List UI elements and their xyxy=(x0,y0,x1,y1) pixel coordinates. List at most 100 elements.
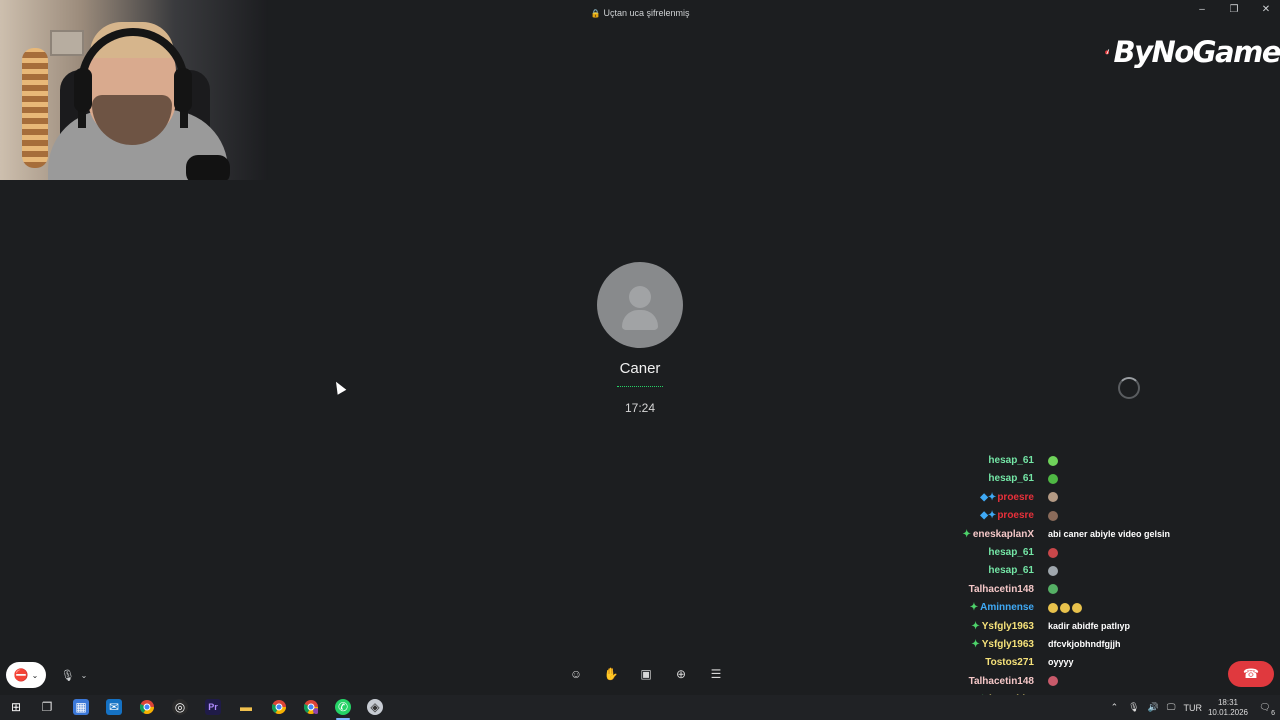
chat-username: hesap_61 xyxy=(988,565,1034,576)
network-icon[interactable]: 🖵 xyxy=(1167,702,1176,713)
store-icon[interactable]: ▦ xyxy=(73,699,89,715)
call-window: 🔒 Uçtan uca şifrelenmiş – ❐ ✕ ByNoGame C… xyxy=(0,0,1280,705)
chat-badge-icon: ✦ xyxy=(971,620,980,632)
raise-hand-icon[interactable]: ✋ xyxy=(603,667,619,681)
app-icon[interactable]: ◈ xyxy=(367,699,383,715)
chat-badge-icon: ✦ xyxy=(971,638,980,650)
chat-text: dfcvkjobhndfgjjh xyxy=(1048,638,1121,649)
emoji-icon[interactable]: ☺ xyxy=(568,667,584,681)
loading-spinner-icon xyxy=(1118,377,1140,399)
chat-username-text: hesap_61 xyxy=(988,565,1034,577)
headphones xyxy=(78,28,188,128)
add-participant-icon[interactable]: ⊕ xyxy=(673,667,689,681)
chat-username: ✦ Aminnense xyxy=(970,602,1034,613)
contact-avatar xyxy=(597,262,683,348)
close-button[interactable]: ✕ xyxy=(1258,4,1274,15)
file-explorer-icon[interactable]: ▬ xyxy=(238,699,254,715)
chat-username-text: hesap_61 xyxy=(988,473,1034,485)
window-controls: – ❐ ✕ xyxy=(1194,4,1274,15)
avatar-shoulders xyxy=(622,310,658,330)
chat-username: ✦ Ysfgly1963 xyxy=(971,621,1034,632)
notification-center-button[interactable]: 🗨 6 xyxy=(1258,702,1275,717)
chat-message-text xyxy=(1048,602,1084,613)
chat-badge-icon: ◆✦ xyxy=(980,491,997,503)
chat-username-text: hesap_61 xyxy=(988,455,1034,466)
chat-message: ◆✦proesre xyxy=(930,507,1270,525)
end-call-icon: ☎ xyxy=(1242,666,1260,681)
chat-username-text: hesap_61 xyxy=(988,546,1034,558)
chat-username-text: Ysfgly1963 xyxy=(981,620,1034,632)
lamp xyxy=(22,48,48,168)
chrome-alt-icon[interactable] xyxy=(271,699,287,715)
chat-badge-icon: ✦ xyxy=(969,602,979,614)
chat-message: hesap_61 xyxy=(930,452,1270,470)
camera-toggle-button[interactable]: ⛔ ⌄ xyxy=(6,662,46,688)
chat-message-text xyxy=(1048,547,1060,558)
clock-date: 10.01.2026 xyxy=(1207,707,1248,717)
chat-message-text xyxy=(1048,455,1060,466)
lock-icon: 🔒 xyxy=(590,9,601,18)
chrome-profile-icon[interactable] xyxy=(303,699,319,715)
chat-badge-icon: ◆✦ xyxy=(980,510,997,522)
chat-username-text: proesre xyxy=(997,491,1034,503)
language-indicator[interactable]: TUR xyxy=(1183,703,1202,713)
minimize-button[interactable]: – xyxy=(1194,4,1210,15)
chat-message: ✦ Ysfgly1963 dfcvkjobhndfgjjh xyxy=(930,636,1270,654)
chat-message: ✦ eneskaplanX abi caner abiyle video gelsi… xyxy=(930,526,1270,544)
clock[interactable]: 18:31 10.01.2026 xyxy=(1208,698,1248,718)
chat-message: ◆✦proesre xyxy=(930,489,1270,507)
system-tray: ⌃ 🎙 🔊 🖵 TUR 18:31 10.01.2026 🗨 6 xyxy=(1111,695,1280,720)
chat-message-text xyxy=(1048,584,1060,595)
chat-badge-icon: ✦ xyxy=(962,528,971,540)
restore-button[interactable]: ❐ xyxy=(1226,4,1242,15)
chat-username: ✦ Ysfgly1963 xyxy=(971,639,1034,650)
chat-username: ◆✦proesre xyxy=(980,492,1034,503)
obs-icon[interactable]: ◎ xyxy=(172,699,188,715)
microphone-icon: 🎙 xyxy=(60,669,75,682)
chat-message-text xyxy=(1048,492,1060,503)
chat-message: hesap_61 xyxy=(930,544,1270,562)
chrome-icon[interactable] xyxy=(139,699,155,715)
outlook-icon[interactable]: ✉ xyxy=(106,699,122,715)
chat-emote-icon xyxy=(1060,602,1070,613)
bynogame-logo-icon xyxy=(1105,49,1110,55)
chat-username: hesap_61 xyxy=(988,547,1034,558)
chat-message-text xyxy=(1048,565,1060,576)
chat-emote-icon xyxy=(1048,565,1058,576)
windows-start-icon[interactable]: ⊞ xyxy=(8,699,24,715)
chat-username-text: Ysfgly1963 xyxy=(981,638,1034,650)
chat-username: Talhacetin148 xyxy=(969,584,1034,595)
headphone-left-cup xyxy=(74,68,92,112)
chat-message-text: kadir abidfe patlıyp xyxy=(1048,621,1130,631)
microphone-tray-icon[interactable]: 🎙 xyxy=(1128,702,1139,713)
bynogame-logo: ByNoGame xyxy=(1105,30,1280,74)
whatsapp-icon[interactable]: ✆ xyxy=(335,699,351,715)
chat-emote-icon xyxy=(1048,602,1058,613)
chat-message-text: abi caner abiyle video gelsin xyxy=(1048,529,1170,539)
chat-emote-icon xyxy=(1048,455,1058,466)
chat-username: ◆✦proesre xyxy=(980,510,1034,521)
screen-share-icon[interactable]: ▣ xyxy=(638,667,654,681)
volume-icon[interactable]: 🔊 xyxy=(1148,702,1159,713)
show-hidden-icons-icon[interactable]: ⌃ xyxy=(1111,702,1119,713)
task-view-icon[interactable]: ❐ xyxy=(39,699,55,715)
chevron-down-icon: ⌄ xyxy=(31,670,39,680)
chat-message-text xyxy=(1048,473,1060,485)
more-options-icon[interactable]: ☰ xyxy=(708,667,724,681)
logo-text: ByNoGame xyxy=(1113,35,1280,69)
contact-panel: Caner 17:24 xyxy=(540,262,740,415)
chat-username-text: eneskaplanX xyxy=(972,528,1034,540)
chat-emote-icon xyxy=(1048,474,1058,485)
chat-emote-icon xyxy=(1072,602,1082,613)
notification-count: 6 xyxy=(1271,710,1275,717)
call-controls: ⛔ ⌄ 🎙 ⌄ ☺ ✋ ▣ ⊕ ☰ ☎ xyxy=(0,655,1280,695)
notification-icon: 🗨 xyxy=(1259,702,1271,712)
chat-message: ✦ Ysfgly1963 kadir abidfe patlıyp xyxy=(930,618,1270,636)
chat-emote-icon xyxy=(1048,547,1058,558)
premiere-icon[interactable]: Pr xyxy=(205,699,221,715)
webcam-overlay xyxy=(0,0,268,180)
chat-message: hesap_61 xyxy=(930,470,1270,488)
mouse-cursor-icon xyxy=(331,379,347,395)
microphone-toggle-button[interactable]: 🎙 ⌄ xyxy=(54,662,94,688)
end-call-button[interactable]: ☎ xyxy=(1228,661,1274,687)
